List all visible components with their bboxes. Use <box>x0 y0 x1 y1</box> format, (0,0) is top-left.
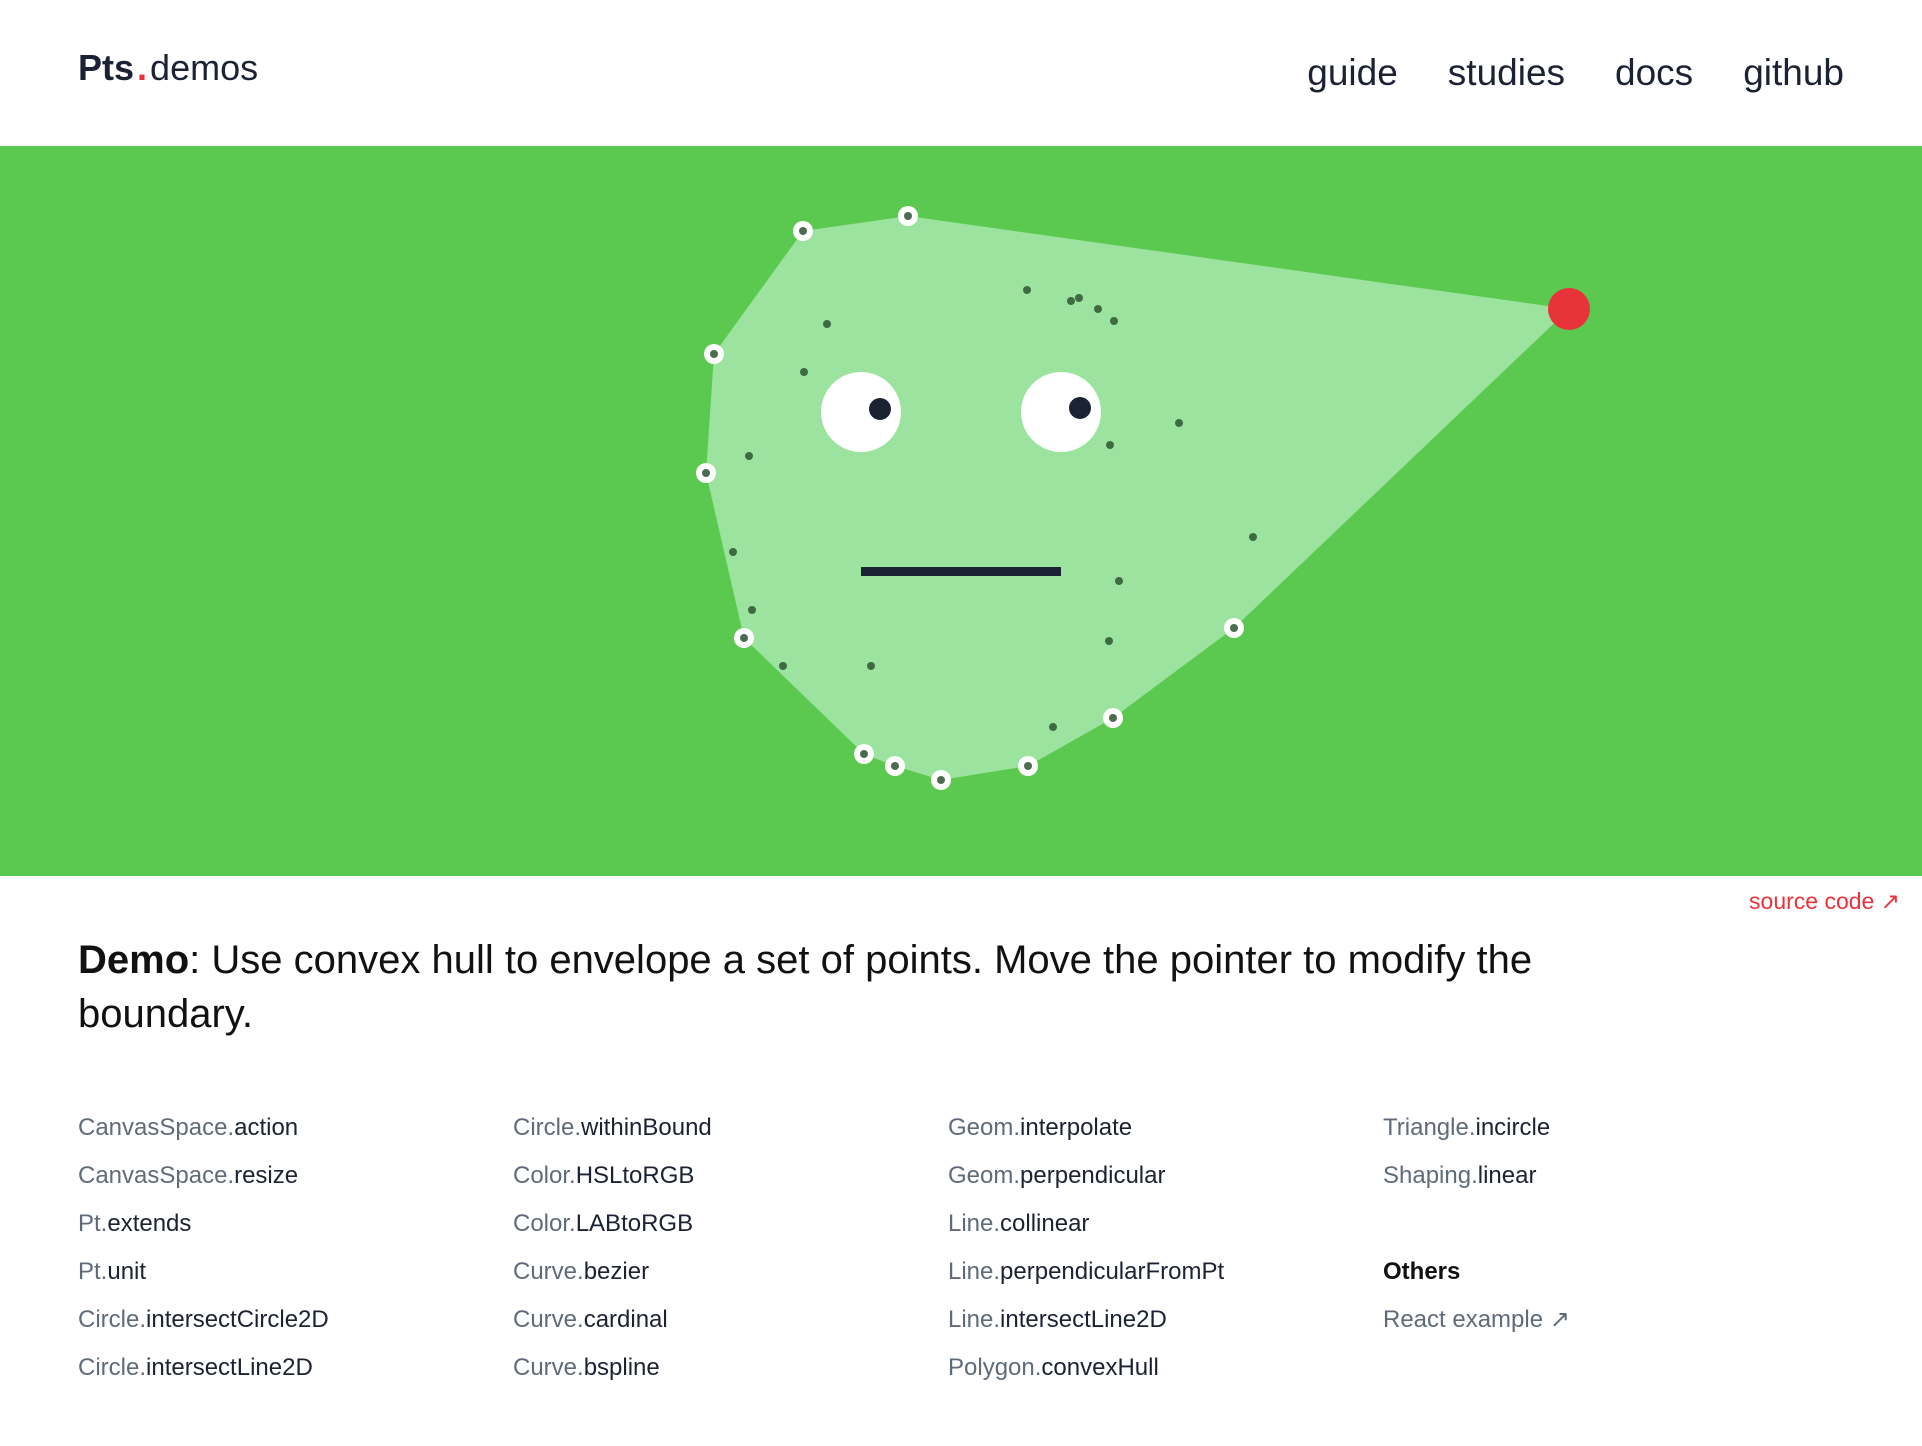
hull-vertex <box>696 463 716 483</box>
api-link[interactable]: Pt.unit <box>78 1252 498 1300</box>
api-link[interactable]: Circle.intersectLine2D <box>78 1348 498 1396</box>
nav-studies[interactable]: studies <box>1448 50 1565 96</box>
hull-vertex <box>898 206 918 226</box>
logo-dot: . <box>137 47 148 88</box>
api-link[interactable]: Line.perpendicularFromPt <box>948 1252 1368 1300</box>
api-link[interactable]: Curve.cardinal <box>513 1300 933 1348</box>
api-link[interactable]: Circle.withinBound <box>513 1108 933 1156</box>
left-eye <box>821 372 901 452</box>
api-link[interactable]: Color.HSLtoRGB <box>513 1156 933 1204</box>
api-column-2: Circle.withinBound Color.HSLtoRGB Color.… <box>513 1108 933 1396</box>
api-link[interactable]: CanvasSpace.action <box>78 1108 498 1156</box>
right-eye <box>1021 372 1101 452</box>
main-nav: guide studies docs github <box>1307 50 1844 96</box>
api-link[interactable]: Pt.extends <box>78 1204 498 1252</box>
source-code-link[interactable]: source code ↗ <box>1749 886 1900 916</box>
api-link[interactable]: Line.intersectLine2D <box>948 1300 1368 1348</box>
api-link[interactable]: Triangle.incircle <box>1383 1108 1803 1156</box>
others-heading: Others <box>1383 1258 1461 1285</box>
nav-github[interactable]: github <box>1743 50 1844 96</box>
hull-vertex <box>1103 708 1123 728</box>
api-link[interactable]: Curve.bezier <box>513 1252 933 1300</box>
api-link[interactable]: Line.collinear <box>948 1204 1368 1252</box>
hull-vertex <box>704 344 724 364</box>
demo-label: Demo <box>78 938 190 982</box>
api-link[interactable]: Color.LABtoRGB <box>513 1204 933 1252</box>
nav-docs[interactable]: docs <box>1615 50 1693 96</box>
site-header: Pts.demos guide studies docs github <box>0 0 1922 146</box>
api-link[interactable]: Geom.interpolate <box>948 1108 1368 1156</box>
demo-description: Demo: Use convex hull to envelope a set … <box>78 933 1618 1041</box>
api-link[interactable]: Geom.perpendicular <box>948 1156 1368 1204</box>
hull-vertex <box>931 770 951 790</box>
nav-guide[interactable]: guide <box>1307 50 1398 96</box>
logo-brand: Pts <box>78 47 135 88</box>
react-example-link[interactable]: React example ↗ <box>1383 1300 1803 1348</box>
mouth-line <box>861 567 1061 576</box>
hull-vertex <box>1224 618 1244 638</box>
api-link[interactable]: Curve.bspline <box>513 1348 933 1396</box>
api-column-4: Triangle.incircle Shaping.linear Others … <box>1383 1108 1803 1348</box>
hull-vertex <box>1018 756 1038 776</box>
api-column-3: Geom.interpolate Geom.perpendicular Line… <box>948 1108 1368 1396</box>
hull-vertex <box>854 744 874 764</box>
api-link[interactable]: Shaping.linear <box>1383 1156 1803 1204</box>
api-column-1: CanvasSpace.action CanvasSpace.resize Pt… <box>78 1108 498 1396</box>
api-link[interactable]: CanvasSpace.resize <box>78 1156 498 1204</box>
demo-canvas-svg[interactable] <box>0 146 1922 876</box>
demo-description-text: : Use convex hull to envelope a set of p… <box>78 938 1533 1036</box>
api-link[interactable]: Polygon.convexHull <box>948 1348 1368 1396</box>
pointer-dot[interactable] <box>1548 288 1590 330</box>
hull-vertex <box>734 628 754 648</box>
logo-suffix: demos <box>150 47 259 88</box>
site-logo[interactable]: Pts.demos <box>78 46 258 90</box>
hull-vertex <box>885 756 905 776</box>
convex-hull-polygon <box>706 216 1569 780</box>
hull-vertex <box>793 221 813 241</box>
api-link[interactable]: Circle.intersectCircle2D <box>78 1300 498 1348</box>
demo-canvas[interactable] <box>0 146 1922 876</box>
